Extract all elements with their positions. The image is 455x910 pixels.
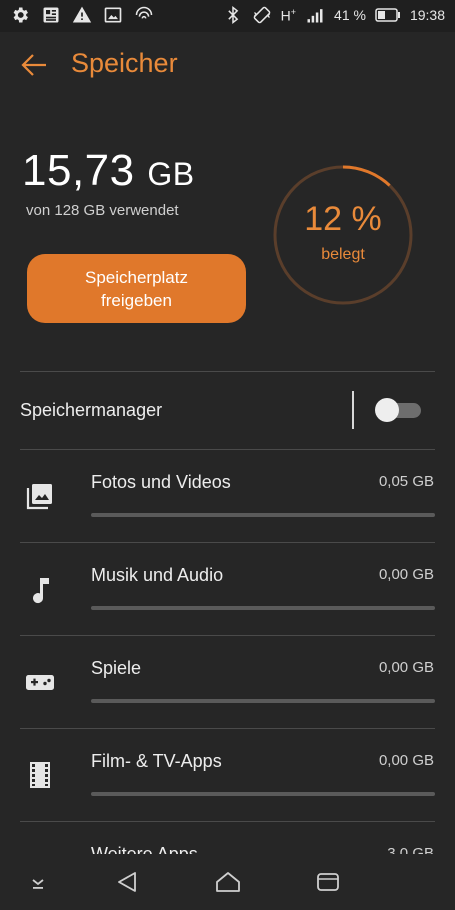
used-storage-value: 15,73 GB [22, 146, 195, 195]
category-usage-bar [91, 513, 435, 517]
vibrate-icon [253, 6, 270, 24]
free-button-line2: freigeben [101, 291, 172, 310]
app-bar: Speicher [0, 32, 455, 98]
battery-icon [375, 8, 400, 22]
gamepad-icon [26, 675, 54, 690]
recents-icon[interactable] [314, 868, 342, 896]
category-name: Spiele [91, 658, 142, 678]
divider [20, 371, 435, 372]
gear-icon [13, 7, 28, 23]
music-note-icon [33, 578, 49, 604]
category-music-audio[interactable]: Musik und Audio 0,00 GB [0, 543, 455, 636]
category-name: Musik und Audio [91, 565, 224, 585]
photo-library-icon [26, 484, 52, 510]
category-name: Fotos und Videos [91, 472, 231, 492]
category-usage-bar [91, 606, 435, 610]
network-type: H+ [280, 6, 297, 24]
battery-percent: 41 % [334, 7, 366, 23]
warning-icon [72, 6, 92, 23]
category-name: Film- & TV-Apps [91, 751, 222, 771]
category-photos-videos[interactable]: Fotos und Videos 0,05 GB [0, 450, 455, 543]
toggle-thumb [375, 398, 399, 422]
category-size: 0,00 GB [378, 752, 434, 769]
back-icon[interactable] [113, 868, 141, 896]
page-title: Speicher [71, 48, 178, 78]
status-bar: H+ 41 % 19:38 [0, 0, 455, 32]
hide-nav-icon[interactable] [24, 868, 52, 896]
category-size: 0,00 GB [378, 566, 434, 583]
signal-icon [307, 9, 323, 23]
category-size: 0,00 GB [378, 659, 434, 676]
clock: 19:38 [409, 7, 445, 23]
bluetooth-icon [227, 5, 238, 25]
film-icon [30, 762, 50, 788]
category-games[interactable]: Spiele 0,00 GB [0, 636, 455, 729]
home-icon[interactable] [214, 868, 242, 896]
image-icon [104, 7, 122, 23]
navigation-bar [0, 854, 455, 910]
storage-manager-toggle[interactable] [375, 398, 421, 422]
news-icon [43, 7, 59, 23]
wireless-icon [135, 6, 153, 19]
category-usage-bar [91, 699, 435, 703]
storage-manager-label: Speichermanager [20, 400, 163, 420]
used-of-total: von 128 GB verwendet [26, 202, 179, 219]
free-storage-button[interactable]: Speicherplatz freigeben [27, 254, 246, 323]
usage-percent: 12 % [304, 200, 382, 238]
category-usage-bar [91, 792, 435, 796]
category-size: 0,05 GB [378, 473, 434, 490]
free-button-line1: Speicherplatz [84, 268, 188, 287]
usage-label: belegt [321, 246, 365, 263]
category-film-tv[interactable]: Film- & TV-Apps 0,00 GB [0, 729, 455, 822]
vertical-separator [352, 391, 354, 429]
back-arrow-icon[interactable] [18, 49, 50, 81]
